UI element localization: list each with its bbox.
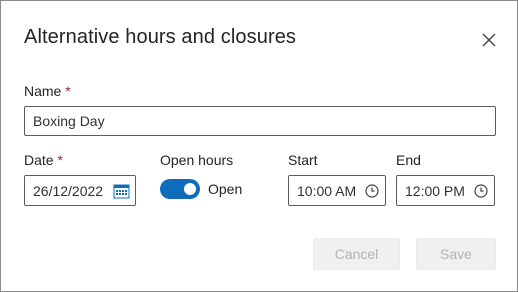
name-required-mark: * <box>65 83 71 99</box>
date-required-mark: * <box>57 152 63 168</box>
clock-icon[interactable] <box>365 183 379 198</box>
close-icon <box>482 33 496 47</box>
dialog-title: Alternative hours and closures <box>24 26 297 48</box>
name-label: Name * <box>24 83 71 99</box>
date-input[interactable]: 26/12/2022 <box>24 175 136 206</box>
calendar-icon[interactable] <box>113 183 130 199</box>
end-time-value: 12:00 PM <box>405 182 465 199</box>
start-time-input[interactable]: 10:00 AM <box>288 175 386 206</box>
start-time-value: 10:00 AM <box>297 182 357 199</box>
name-input[interactable]: Boxing Day <box>24 106 496 136</box>
date-label: Date * <box>24 152 63 168</box>
open-hours-toggle-label: Open <box>208 181 243 197</box>
alternative-hours-dialog: Alternative hours and closures Name * Bo… <box>0 0 518 292</box>
save-button[interactable]: Save <box>416 238 496 270</box>
cancel-button[interactable]: Cancel <box>313 238 400 270</box>
open-hours-toggle[interactable] <box>160 179 200 199</box>
toggle-knob <box>184 183 196 195</box>
date-label-text: Date <box>24 152 54 168</box>
start-label: Start <box>288 152 318 168</box>
clock-icon[interactable] <box>474 183 488 198</box>
date-input-value: 26/12/2022 <box>33 182 104 199</box>
end-label: End <box>396 152 421 168</box>
end-time-input[interactable]: 12:00 PM <box>396 175 495 206</box>
open-hours-label: Open hours <box>160 152 234 168</box>
name-label-text: Name <box>24 83 62 99</box>
close-button[interactable] <box>477 28 501 52</box>
name-input-value: Boxing Day <box>33 113 105 129</box>
